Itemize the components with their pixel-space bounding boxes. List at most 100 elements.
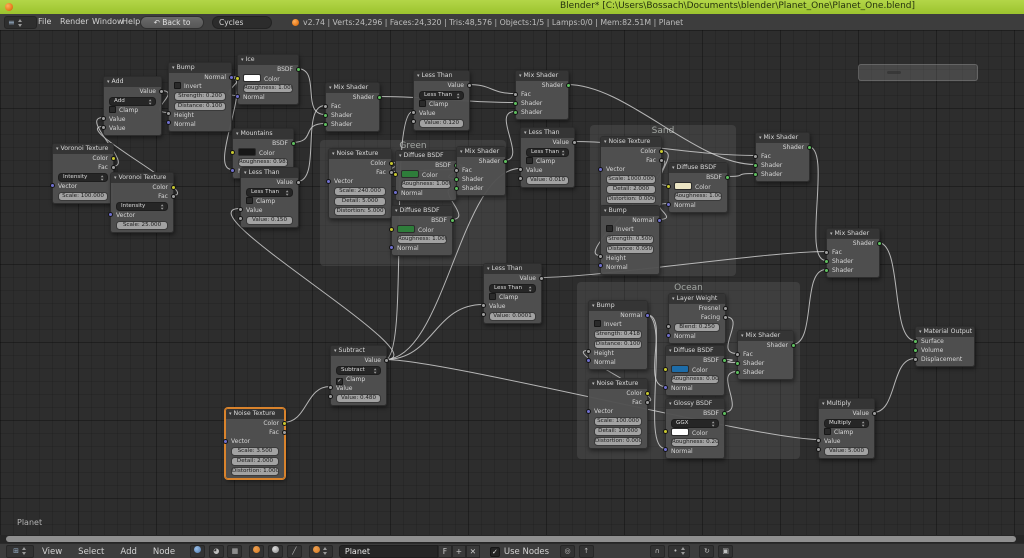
input-socket-normal[interactable] [663,385,668,390]
node-voronoi1[interactable]: ▾Voronoi TextureColorFacIntensityVectorS… [52,143,114,204]
checkbox[interactable] [246,197,253,204]
output-socket-color[interactable] [171,185,176,190]
node-diffO[interactable]: ▾Diffuse BSDFBSDFColorRoughness: 0.000No… [665,345,725,396]
number-slider[interactable]: Value: 0.480 [336,394,381,403]
number-slider[interactable]: Roughness: 1.000 [397,235,447,244]
output-socket-value[interactable] [159,89,164,94]
input-socket-fac[interactable] [824,250,829,255]
color-swatch[interactable] [674,182,692,190]
number-slider[interactable]: Distance: 0.100 [174,102,226,111]
output-socket-bsdf[interactable] [450,218,455,223]
number-slider[interactable]: Value: 0.0001 [489,312,536,321]
window-titlebar[interactable]: Blender* [C:\Users\Bossach\Documents\ble… [0,0,1024,14]
node-mix4[interactable]: ▾Mix ShaderShaderFacShaderShader [826,228,880,278]
collapse-triangle-icon[interactable]: ▾ [524,128,527,138]
output-socket-value[interactable] [467,83,472,88]
checkbox[interactable] [824,428,831,435]
input-socket-vector[interactable] [326,179,331,184]
dropdown[interactable]: Subtract [336,366,381,375]
node-mixO[interactable]: ▾Mix ShaderShaderFacShaderShader [737,330,794,380]
node-mix2[interactable]: ▾Mix ShaderShaderFacShaderShader [515,70,569,120]
input-socket-fac[interactable] [735,352,740,357]
shader-nodes-icon[interactable] [190,545,205,558]
input-socket-val1[interactable] [518,167,523,172]
input-socket-color[interactable] [389,227,394,232]
input-socket-val2[interactable] [238,216,243,221]
number-slider[interactable]: Distortion: 5.000 [334,207,386,216]
dropdown[interactable]: Intensity [58,173,108,182]
input-socket-vector[interactable] [50,183,55,188]
input-socket-shader1[interactable] [513,101,518,106]
input-socket-color[interactable] [666,184,671,189]
collapse-triangle-icon[interactable]: ▾ [460,147,463,157]
input-socket-val1[interactable] [411,110,416,115]
collapse-triangle-icon[interactable]: ▾ [822,399,825,409]
input-socket-vector[interactable] [223,439,228,444]
collapse-triangle-icon[interactable]: ▾ [56,144,59,154]
node-diffS[interactable]: ▾Diffuse BSDFBSDFColorRoughness: 1.000No… [668,162,728,213]
output-socket-shader[interactable] [791,343,796,348]
input-socket-val2[interactable] [481,312,486,317]
checkbox[interactable] [174,82,181,89]
input-socket-shader1[interactable] [824,259,829,264]
editor-type-button[interactable]: ⊞ [6,545,34,558]
dropdown[interactable]: Add [109,97,156,106]
input-socket-height[interactable] [166,111,171,116]
number-slider[interactable]: Scale: 1000.000 [606,175,656,184]
input-socket-blend[interactable] [666,324,671,329]
number-slider[interactable]: Roughness: 1.000 [674,192,722,201]
number-slider[interactable]: Distortion: 1.000 [231,467,279,476]
node-diffG1[interactable]: ▾Diffuse BSDFBSDFColorRoughness: 1.000No… [395,150,457,201]
input-socket-shader1[interactable] [454,177,459,182]
menu-node[interactable]: Node [153,547,175,557]
output-socket-value[interactable] [296,180,301,185]
color-swatch[interactable] [243,74,261,82]
back-to-previous-button[interactable]: ↶ Back to Previous [140,16,204,29]
collapse-triangle-icon[interactable]: ▾ [741,331,744,341]
checkbox[interactable] [489,293,496,300]
menu-select[interactable]: Select [78,547,104,557]
number-slider[interactable]: Roughness: 0.981 [238,158,288,167]
output-socket-bsdf[interactable] [296,67,301,72]
menu-view[interactable]: View [42,547,62,557]
input-socket-surface[interactable] [913,339,918,344]
input-socket-normal[interactable] [389,245,394,250]
input-socket-fac[interactable] [753,154,758,159]
input-socket-val2[interactable] [816,447,821,452]
input-socket-color[interactable] [235,76,240,81]
input-socket-normal[interactable] [230,168,235,173]
node-voronoi2[interactable]: ▾Voronoi TextureColorFacIntensityVectorS… [110,172,174,233]
number-slider[interactable]: Detail: 2.000 [606,185,656,194]
collapse-triangle-icon[interactable]: ▾ [919,327,922,337]
input-socket-fac[interactable] [454,168,459,173]
number-slider[interactable]: Value: 0.120 [419,119,464,128]
input-socket-shader2[interactable] [323,122,328,127]
number-slider[interactable]: Scale: 240.000 [334,187,386,196]
shader-type-object-icon[interactable] [249,545,264,558]
input-socket-shader2[interactable] [735,370,740,375]
menu-render[interactable]: Render [60,16,88,27]
collapse-triangle-icon[interactable]: ▾ [592,301,595,311]
input-socket-normal_in[interactable] [586,358,591,363]
checkbox[interactable] [594,320,601,327]
output-socket-bsdf[interactable] [291,141,296,146]
checkbox[interactable] [606,225,613,232]
dropdown[interactable]: Multiply [824,419,869,428]
input-socket-normal[interactable] [666,333,671,338]
input-socket-normal_in[interactable] [598,263,603,268]
number-slider[interactable]: Distortion: 0.000 [594,437,642,446]
node-diffG2[interactable]: ▾Diffuse BSDFBSDFColorRoughness: 1.000No… [391,205,453,256]
auto-render-icon[interactable]: ↻ [699,545,714,558]
node-noiseS[interactable]: ▾Noise TextureColorFacVectorScale: 1000.… [600,136,662,207]
browse-material-button[interactable] [309,545,333,558]
collapse-triangle-icon[interactable]: ▾ [395,206,398,216]
collapse-triangle-icon[interactable]: ▾ [672,294,675,304]
input-socket-shader1[interactable] [323,113,328,118]
color-swatch[interactable] [401,170,419,178]
input-socket-normal_in[interactable] [166,120,171,125]
collapse-triangle-icon[interactable]: ▾ [244,168,247,178]
material-name-field[interactable]: Planet [339,545,438,558]
number-slider[interactable]: Strength: 0.200 [174,92,226,101]
input-socket-val2[interactable] [101,125,106,130]
node-matOut[interactable]: ▾Material OutputSurfaceVolumeDisplacemen… [915,326,975,367]
